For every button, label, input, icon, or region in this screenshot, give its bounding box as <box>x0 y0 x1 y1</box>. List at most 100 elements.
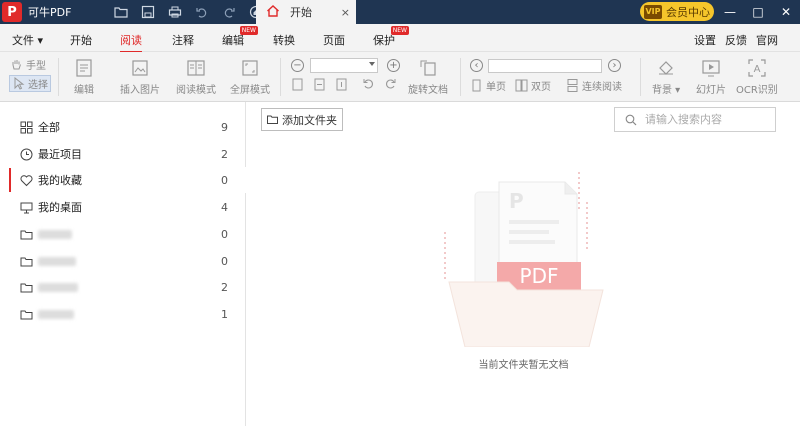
menu-convert[interactable]: 转换 <box>273 32 295 48</box>
search-input[interactable] <box>645 113 765 126</box>
slideshow-button[interactable]: 幻灯片 <box>696 58 726 96</box>
fullscreen-button[interactable]: 全屏模式 <box>230 58 270 96</box>
print-icon[interactable] <box>168 5 182 19</box>
menu-feedback[interactable]: 反馈 <box>725 32 747 48</box>
sidebar-item-count: 4 <box>221 200 228 214</box>
redacted-folder-name <box>38 256 76 266</box>
menu-start[interactable]: 开始 <box>70 32 92 48</box>
redacted-folder-name <box>38 309 74 319</box>
sidebar-item-all[interactable]: 全部 9 <box>0 114 246 140</box>
save-icon[interactable] <box>141 5 155 19</box>
zoom-select[interactable] <box>310 58 378 73</box>
app-title: 可牛PDF <box>28 6 72 19</box>
rotate-document-icon <box>420 60 436 76</box>
sidebar-item-favorites[interactable]: 我的收藏 0 <box>0 167 246 193</box>
fit-page-icon[interactable] <box>291 78 304 91</box>
svg-text:A: A <box>753 64 760 75</box>
background-label: 背景 ▾ <box>652 85 681 96</box>
rotate-right-icon[interactable] <box>384 77 397 90</box>
zoom-in-icon[interactable]: + <box>387 59 400 72</box>
insert-image-button[interactable]: 插入图片 <box>120 58 160 96</box>
sidebar-item-desktop[interactable]: 我的桌面 4 <box>0 194 246 220</box>
sidebar-item-count: 0 <box>221 227 228 241</box>
search-icon <box>625 114 637 125</box>
menu-settings[interactable]: 设置 <box>694 32 716 48</box>
zoom-out-icon[interactable]: − <box>291 59 304 72</box>
background-button[interactable]: 背景 ▾ <box>652 58 680 96</box>
cursor-icon <box>14 77 25 90</box>
select-tool[interactable]: 选择 <box>9 75 51 92</box>
edit-icon <box>76 59 92 77</box>
fullscreen-icon <box>242 60 258 76</box>
menu-annotate[interactable]: 注释 <box>172 32 194 48</box>
sidebar-item-count: 1 <box>221 307 228 321</box>
sidebar-item-recent[interactable]: 最近项目 2 <box>0 141 246 167</box>
menu-page[interactable]: 页面 <box>323 32 345 48</box>
close-button[interactable]: ✕ <box>772 5 800 19</box>
desktop-icon <box>20 202 33 213</box>
next-page-icon[interactable]: › <box>608 59 621 72</box>
tab-label: 开始 <box>290 6 312 19</box>
single-page-button[interactable]: 单页 <box>470 78 506 93</box>
menu-edit-label: 编辑 <box>222 34 244 47</box>
ocr-button[interactable]: A OCR识别 <box>736 58 778 96</box>
empty-state-message: 当前文件夹暂无文档 <box>478 360 569 371</box>
maximize-button[interactable]: □ <box>744 5 772 19</box>
sidebar-folder[interactable]: 1 <box>0 301 246 327</box>
add-folder-button[interactable]: 添加文件夹 <box>261 108 343 131</box>
open-folder-icon[interactable] <box>114 5 128 19</box>
double-page-button[interactable]: 双页 <box>515 78 551 93</box>
sidebar-item-label: 我的桌面 <box>38 201 82 214</box>
folder-icon <box>267 115 278 124</box>
sidebar-folder[interactable]: 2 <box>0 274 246 300</box>
redacted-folder-name <box>38 229 72 239</box>
separator <box>460 58 461 96</box>
vip-center-button[interactable]: VIP 会员中心 <box>640 2 714 21</box>
tab-close-icon[interactable]: × <box>341 6 350 19</box>
new-badge: NEW <box>239 26 258 35</box>
menu-read[interactable]: 阅读 <box>120 32 142 53</box>
edit-button[interactable]: 编辑 <box>74 58 94 96</box>
ribbon-toolbar: 手型 选择 编辑 插入图片 阅读模式 全屏模式 − + 旋转文档 ‹ › 单页 … <box>0 52 800 102</box>
undo-icon[interactable] <box>195 5 209 19</box>
main-panel: 添加文件夹 P PDF 当前文件夹暂无文档 <box>247 102 800 426</box>
sidebar-folder[interactable]: 0 <box>0 221 246 247</box>
rotate-left-icon[interactable] <box>362 77 375 90</box>
ocr-label: OCR识别 <box>736 85 778 96</box>
prev-page-icon[interactable]: ‹ <box>470 59 483 72</box>
read-mode-button[interactable]: 阅读模式 <box>176 58 216 96</box>
sidebar-item-count: 9 <box>221 120 228 134</box>
sidebar-item-count: 2 <box>221 280 228 294</box>
ocr-icon: A <box>748 59 766 77</box>
separator <box>58 58 59 96</box>
continuous-read-label: 连续阅读 <box>582 82 622 93</box>
vip-crown-icon: VIP <box>644 4 662 19</box>
redo-icon[interactable] <box>222 5 236 19</box>
menu-protect[interactable]: 保护 NEW <box>373 26 409 48</box>
folder-icon <box>20 230 33 239</box>
image-icon <box>132 60 148 76</box>
paint-bucket-icon <box>659 61 674 75</box>
folder-icon <box>20 310 33 319</box>
menu-edit[interactable]: 编辑 NEW <box>222 26 258 48</box>
menu-website[interactable]: 官网 <box>756 32 778 48</box>
select-tool-label: 选择 <box>28 80 48 91</box>
search-box[interactable] <box>614 107 776 132</box>
tab-home[interactable]: 开始 × <box>256 0 356 24</box>
actual-size-icon[interactable] <box>335 78 348 91</box>
rotate-document-button[interactable]: 旋转文档 <box>408 58 448 96</box>
fit-width-icon[interactable] <box>313 78 326 91</box>
sidebar-folder[interactable]: 0 <box>0 248 246 274</box>
continuous-read-icon <box>567 79 578 92</box>
minimize-button[interactable]: — <box>716 5 744 19</box>
page-number-input[interactable] <box>488 59 602 73</box>
hand-tool[interactable]: 手型 <box>10 57 46 72</box>
svg-text:P: P <box>509 189 524 213</box>
insert-image-label: 插入图片 <box>120 85 160 96</box>
double-page-label: 双页 <box>531 82 551 93</box>
slideshow-label: 幻灯片 <box>696 85 726 96</box>
menu-file[interactable]: 文件 ▾ <box>12 32 43 48</box>
read-mode-label: 阅读模式 <box>176 85 216 96</box>
sidebar-item-label: 我的收藏 <box>38 174 82 187</box>
continuous-read-button[interactable]: 连续阅读 <box>566 78 622 93</box>
